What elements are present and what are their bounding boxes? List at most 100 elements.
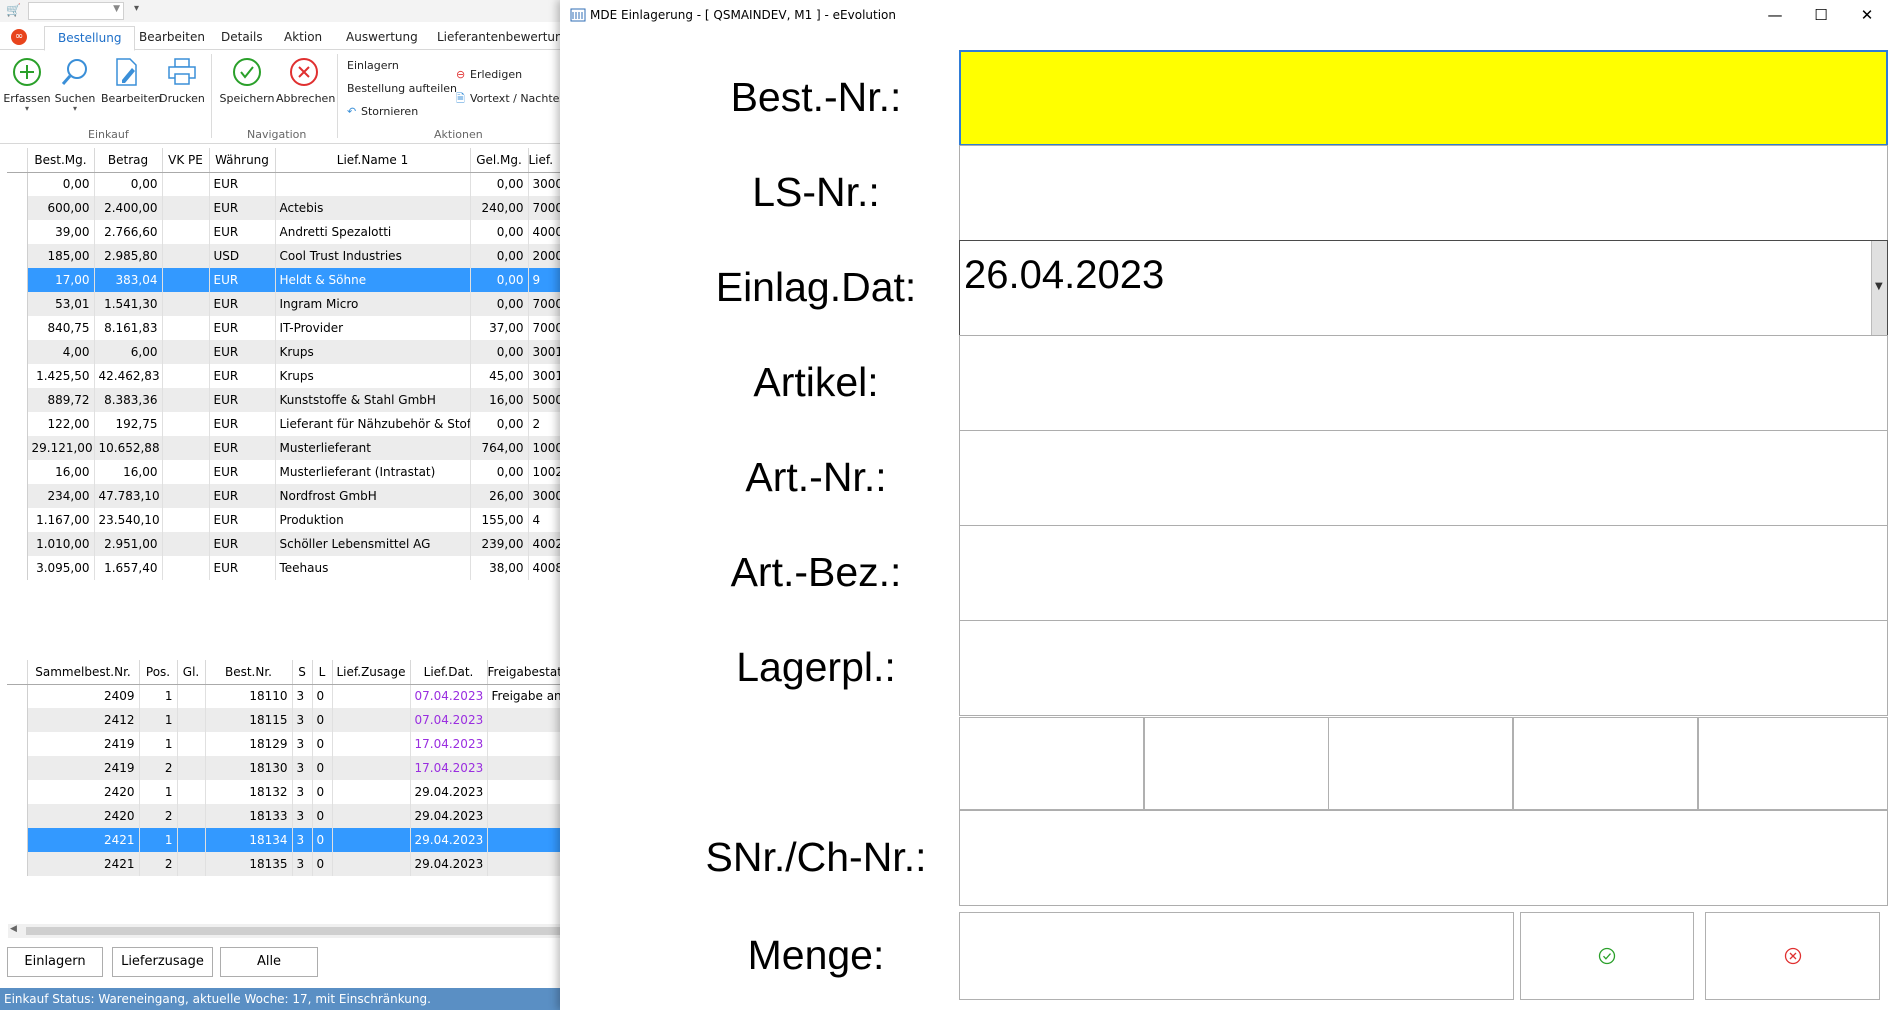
- table-row[interactable]: 2420 1 18132 3 0 29.04.2023: [7, 780, 560, 804]
- customize-toolbar-icon[interactable]: ▾: [134, 3, 139, 14]
- erledigen-button[interactable]: ⊖ Erledigen: [456, 68, 522, 81]
- row-indicator[interactable]: [7, 340, 28, 364]
- table-row[interactable]: 17,00 383,04 EUR Heldt & Söhne 0,00 9: [7, 268, 560, 292]
- lieferzusage-button[interactable]: Lieferzusage: [112, 947, 213, 977]
- row-indicator[interactable]: [7, 508, 28, 532]
- column-header[interactable]: L: [312, 660, 333, 685]
- row-indicator[interactable]: [7, 828, 28, 852]
- column-header[interactable]: Freigabestatus: [487, 660, 560, 685]
- snr-ch-nr-field[interactable]: [959, 810, 1888, 906]
- table-row[interactable]: 2412 1 18115 3 0 07.04.2023: [7, 708, 560, 732]
- table-row[interactable]: 2419 1 18129 3 0 17.04.2023: [7, 732, 560, 756]
- table-row[interactable]: 2421 1 18134 3 0 29.04.2023: [7, 828, 560, 852]
- horizontal-scrollbar[interactable]: ◀: [8, 924, 560, 938]
- row-indicator[interactable]: [7, 388, 28, 412]
- drucken-button[interactable]: Drucken: [157, 56, 207, 105]
- tab-bearbeiten[interactable]: Bearbeiten: [139, 30, 205, 44]
- column-header[interactable]: Lief.Zusage: [332, 660, 411, 685]
- row-indicator[interactable]: [7, 556, 28, 580]
- row-indicator[interactable]: [7, 172, 28, 196]
- row-indicator[interactable]: [7, 460, 28, 484]
- table-row[interactable]: 24091 1811030 07.04.2023Freigabe angeforde…: [7, 684, 560, 708]
- table-row[interactable]: 4,00 6,00 EUR Krups 0,00 3001: [7, 340, 560, 364]
- menge-field[interactable]: [959, 912, 1514, 1000]
- table-row[interactable]: 16,00 16,00 EUR Musterlieferant (Intrastat)…: [7, 460, 560, 484]
- tab-details[interactable]: Details: [221, 30, 263, 44]
- row-indicator[interactable]: [7, 756, 28, 780]
- cart-icon[interactable]: 🛒: [6, 3, 21, 17]
- table-row[interactable]: 600,00 2.400,00 EUR Actebis 240,00 7000: [7, 196, 560, 220]
- abbrechen-button[interactable]: Abbrechen: [276, 56, 335, 105]
- row-indicator[interactable]: [7, 804, 28, 828]
- column-header[interactable]: S: [292, 660, 313, 685]
- erfassen-button[interactable]: Erfassen ▾: [2, 56, 52, 113]
- tab-lieferantenbewertung[interactable]: Lieferantenbewertung: [437, 30, 560, 44]
- column-header[interactable]: Gl.: [177, 660, 206, 685]
- row-indicator[interactable]: [7, 684, 28, 708]
- maximize-button[interactable]: ☐: [1798, 0, 1844, 32]
- best-nr-field[interactable]: [959, 50, 1888, 146]
- row-indicator[interactable]: [7, 484, 28, 508]
- row-indicator[interactable]: [7, 708, 28, 732]
- lagerplatz-cell[interactable]: [1698, 717, 1888, 810]
- table-row[interactable]: 2419 2 18130 3 0 17.04.2023: [7, 756, 560, 780]
- row-indicator[interactable]: [7, 244, 28, 268]
- table-row[interactable]: 1.425,50 42.462,83 EUR Krups 45,00 3001: [7, 364, 560, 388]
- row-indicator[interactable]: [7, 316, 28, 340]
- table-row[interactable]: 39,00 2.766,60 EUR Andretti Spezalotti 0,00 4…: [7, 220, 560, 244]
- column-header[interactable]: Währung: [209, 148, 276, 173]
- bestellung-grid[interactable]: Best.Mg. Betrag VK PE Währung Lief.Name …: [7, 148, 560, 580]
- table-row[interactable]: 840,75 8.161,83 EUR IT-Provider 37,00 7000: [7, 316, 560, 340]
- lagerplatz-cell[interactable]: [959, 717, 1144, 810]
- table-row[interactable]: 234,00 47.783,10 EUR Nordfrost GmbH 26,00 300…: [7, 484, 560, 508]
- column-header[interactable]: Best.Nr.: [205, 660, 293, 685]
- lagerpl-field[interactable]: [959, 620, 1888, 716]
- table-row[interactable]: 3.095,00 1.657,40 EUR Teehaus 38,00 4008: [7, 556, 560, 580]
- column-header[interactable]: Betrag: [94, 148, 163, 173]
- table-row[interactable]: 889,72 8.383,36 EUR Kunststoffe & Stahl Gmb…: [7, 388, 560, 412]
- row-indicator[interactable]: [7, 532, 28, 556]
- row-indicator[interactable]: [7, 852, 28, 876]
- table-row[interactable]: 185,00 2.985,80 USD Cool Trust Industries 0,…: [7, 244, 560, 268]
- scroll-left-icon[interactable]: ◀: [10, 924, 17, 934]
- close-button[interactable]: ✕: [1844, 0, 1890, 32]
- einlagern-ribbon-button[interactable]: Einlagern: [347, 59, 399, 72]
- lagerplatz-cell[interactable]: [1328, 717, 1513, 810]
- table-row[interactable]: 122,00 192,75 EUR Lieferant für Nähzubehör …: [7, 412, 560, 436]
- row-indicator[interactable]: [7, 292, 28, 316]
- ls-nr-field[interactable]: [959, 145, 1888, 241]
- row-indicator[interactable]: [7, 364, 28, 388]
- column-header[interactable]: Lief.: [528, 148, 560, 173]
- minimize-button[interactable]: —: [1752, 0, 1798, 32]
- row-indicator[interactable]: [7, 436, 28, 460]
- table-row[interactable]: 2421 2 18135 3 0 29.04.2023: [7, 852, 560, 876]
- speichern-button[interactable]: Speichern: [219, 56, 275, 105]
- row-indicator[interactable]: [7, 780, 28, 804]
- column-header[interactable]: Lief.Dat.: [410, 660, 488, 685]
- tab-bestellung[interactable]: Bestellung: [44, 26, 136, 51]
- quick-access-combo[interactable]: ▼: [28, 2, 124, 20]
- app-menu-icon[interactable]: ∞: [11, 29, 27, 45]
- table-row[interactable]: 0,00 0,00 EUR 0,00 3000: [7, 172, 560, 196]
- column-header[interactable]: Best.Mg.: [27, 148, 95, 173]
- confirm-button[interactable]: [1520, 912, 1694, 1000]
- suchen-button[interactable]: Suchen ▾: [50, 56, 100, 113]
- stornieren-button[interactable]: ↶ Stornieren: [347, 105, 418, 118]
- column-header[interactable]: Sammelbest.Nr.: [27, 660, 140, 685]
- artikel-field[interactable]: [959, 335, 1888, 431]
- column-header[interactable]: Gel.Mg.: [470, 148, 529, 173]
- bearbeiten-button[interactable]: Bearbeiten: [101, 56, 161, 105]
- tab-aktion[interactable]: Aktion: [284, 30, 322, 44]
- dialog-title-bar[interactable]: MDE Einlagerung - [ QSMAINDEV, M1 ] - eE…: [560, 0, 1890, 32]
- row-indicator[interactable]: [7, 268, 28, 292]
- row-indicator[interactable]: [7, 220, 28, 244]
- lagerplatz-cell[interactable]: [1513, 717, 1698, 810]
- table-row[interactable]: 29.121,00 10.652,88 EUR Musterlieferant 764,…: [7, 436, 560, 460]
- column-header[interactable]: Lief.Name 1: [275, 148, 471, 173]
- art-bez-field[interactable]: [959, 525, 1888, 621]
- scrollbar-thumb[interactable]: [26, 927, 560, 935]
- row-indicator[interactable]: [7, 412, 28, 436]
- cancel-button[interactable]: [1705, 912, 1880, 1000]
- table-row[interactable]: 2420 2 18133 3 0 29.04.2023: [7, 804, 560, 828]
- column-header[interactable]: VK PE: [162, 148, 210, 173]
